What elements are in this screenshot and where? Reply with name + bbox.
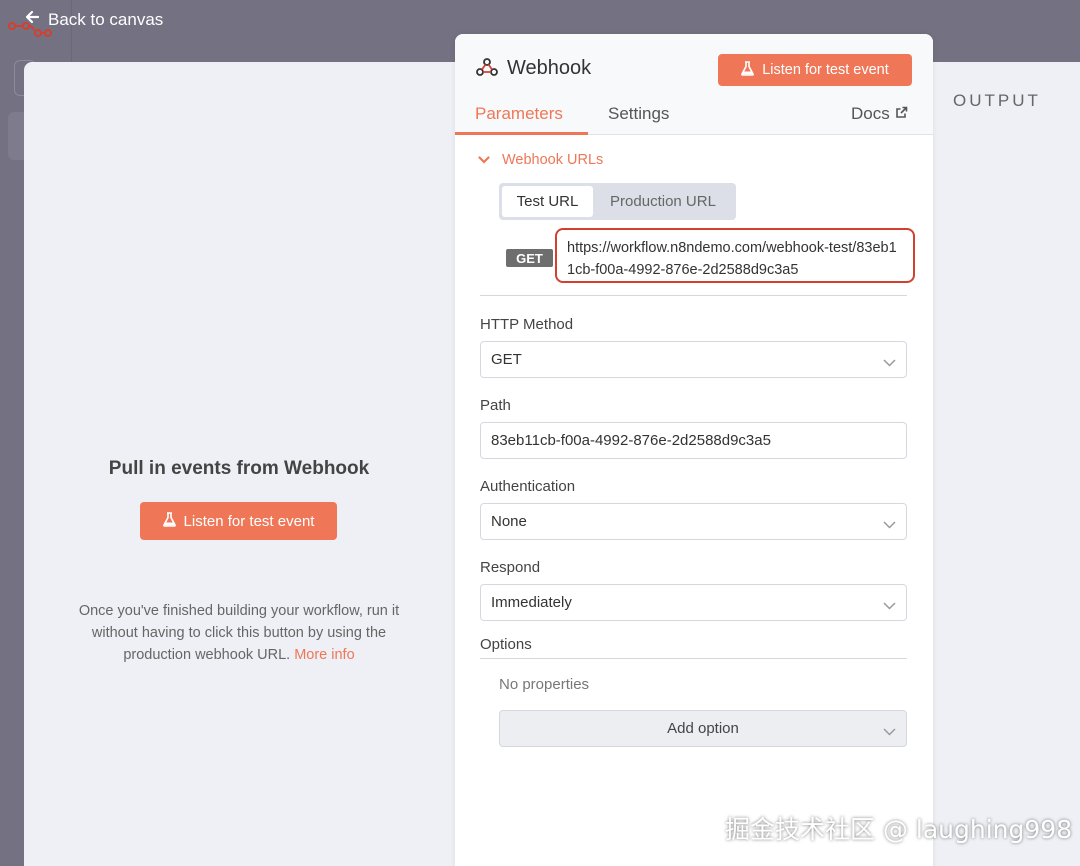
- external-link-icon: [890, 104, 908, 124]
- add-option-label: Add option: [667, 720, 739, 737]
- input-pane: Pull in events from Webhook Listen for t…: [24, 62, 454, 866]
- test-url-tab[interactable]: Test URL: [502, 186, 593, 217]
- tab-parameters[interactable]: Parameters: [475, 104, 563, 124]
- flask-icon: [741, 60, 762, 80]
- chevron-down-icon: [883, 354, 896, 371]
- divider: [480, 295, 907, 296]
- chevron-down-icon: [883, 597, 896, 614]
- divider: [480, 658, 907, 659]
- header-listen-button[interactable]: Listen for test event: [718, 54, 912, 86]
- node-title[interactable]: Webhook: [507, 57, 591, 80]
- header-listen-label: Listen for test event: [762, 62, 889, 78]
- hint-line: Once you've finished building your workf…: [78, 603, 400, 619]
- chevron-down-icon: [478, 152, 502, 168]
- webhook-urls-toggle[interactable]: Webhook URLs: [478, 152, 603, 168]
- respond-value: Immediately: [491, 594, 572, 611]
- webhook-urls-label: Webhook URLs: [502, 152, 604, 168]
- more-info-link[interactable]: More info: [294, 647, 354, 663]
- hint-line-last: production webhook URL. More info: [54, 644, 424, 666]
- add-option-button[interactable]: Add option: [499, 710, 907, 747]
- docs-label: Docs: [851, 104, 890, 123]
- arrow-left-icon: [24, 9, 48, 30]
- http-method-select[interactable]: GET: [480, 341, 907, 378]
- back-to-canvas-link[interactable]: Back to canvas: [24, 9, 163, 30]
- active-tab-indicator: [455, 132, 588, 135]
- flask-icon: [162, 511, 184, 531]
- webhook-icon: [476, 57, 498, 82]
- chevron-down-icon: [883, 516, 896, 533]
- url-type-switch: Test URL Production URL: [499, 183, 736, 220]
- workflow-hint: Once you've finished building your workf…: [54, 600, 424, 666]
- listen-for-test-event-button[interactable]: Listen for test event: [140, 502, 337, 540]
- path-label: Path: [480, 397, 511, 414]
- no-properties-text: No properties: [499, 676, 590, 693]
- back-to-canvas-label: Back to canvas: [48, 9, 164, 29]
- production-url-tab[interactable]: Production URL: [593, 186, 733, 217]
- output-pane-label: OUTPUT: [953, 91, 1041, 110]
- webhook-url[interactable]: https://workflow.n8ndemo.com/webhook-tes…: [555, 228, 915, 283]
- chevron-down-icon: [883, 723, 896, 740]
- respond-select[interactable]: Immediately: [480, 584, 907, 621]
- http-method-label: HTTP Method: [480, 316, 574, 333]
- hint-line: without having to click this button by u…: [91, 625, 387, 641]
- respond-label: Respond: [480, 559, 541, 576]
- input-pane-title: Pull in events from Webhook: [108, 458, 370, 479]
- authentication-value: None: [491, 513, 527, 530]
- authentication-select[interactable]: None: [480, 503, 907, 540]
- watermark: 掘金技术社区 @ laughing998: [725, 815, 1073, 844]
- node-parameters-panel: Webhook Listen for test event Parameters…: [455, 34, 933, 866]
- listen-button-label: Listen for test event: [183, 512, 315, 530]
- tab-settings[interactable]: Settings: [608, 104, 669, 124]
- hint-line: production webhook URL.: [123, 647, 291, 663]
- http-method-value: GET: [491, 351, 522, 368]
- path-input[interactable]: 83eb11cb-f00a-4992-876e-2d2588d9c3a5: [480, 422, 907, 459]
- authentication-label: Authentication: [480, 478, 576, 495]
- tab-docs[interactable]: Docs: [851, 104, 908, 124]
- path-value: 83eb11cb-f00a-4992-876e-2d2588d9c3a5: [491, 432, 771, 449]
- method-badge: GET: [506, 249, 553, 267]
- options-label: Options: [480, 636, 532, 653]
